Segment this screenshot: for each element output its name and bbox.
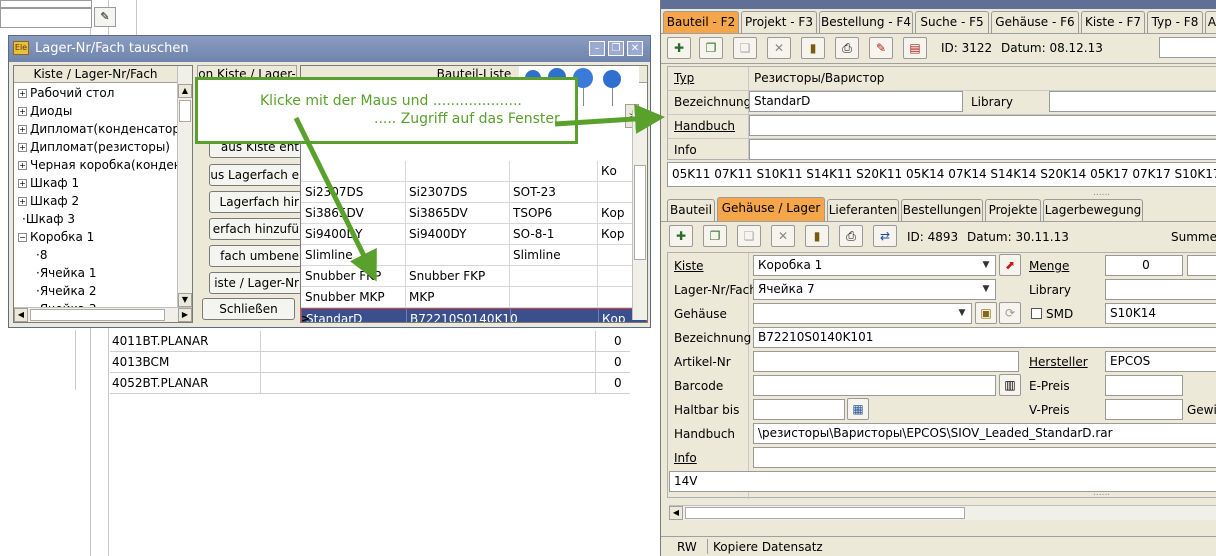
annotation-arrows	[293, 103, 665, 282]
arrow-to-row	[293, 116, 377, 282]
arrow-to-window	[554, 103, 665, 134]
